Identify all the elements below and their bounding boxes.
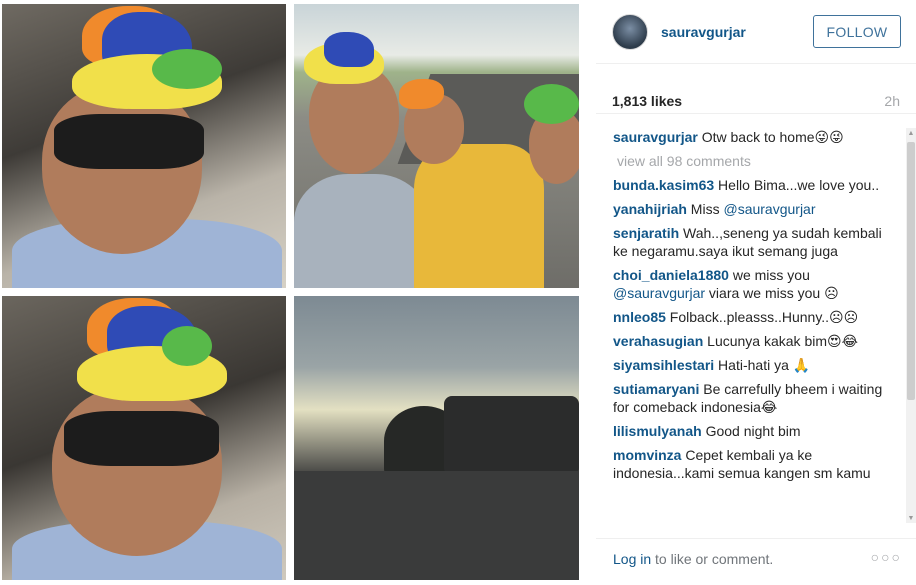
avatar[interactable] <box>612 14 648 50</box>
likes-row: 1,813 likes 2h <box>596 84 916 114</box>
comment-item: verahasugian Lucunya kakak bim😍😂 <box>613 332 894 350</box>
comment-username[interactable]: sauravgurjar <box>613 129 698 145</box>
comment-username[interactable]: nnleo85 <box>613 309 666 325</box>
post-username[interactable]: sauravgurjar <box>661 24 746 40</box>
comments-scrollbar[interactable]: ▲ ▼ <box>906 128 916 523</box>
comment-text: Otw back to home😜😜 <box>697 129 844 145</box>
comment-text: Folback..pleasss..Hunny..☹☹ <box>665 309 859 325</box>
comment-text: Hati-hati ya 🙏 <box>714 357 811 373</box>
comment-text: we miss you <box>728 267 810 283</box>
post-header: sauravgurjar FOLLOW <box>596 0 916 64</box>
view-all-comments-link[interactable]: view all 98 comments <box>617 152 894 170</box>
scroll-up-arrow-icon[interactable]: ▲ <box>906 128 916 138</box>
comment-item: lilismulyanah Good night bim <box>613 422 894 440</box>
comment-item: yanahijriah Miss @sauravgurjar <box>613 200 894 218</box>
comment-item: siyamsihlestari Hati-hati ya 🙏 <box>613 356 894 374</box>
post-time[interactable]: 2h <box>884 93 900 109</box>
photo-group-roadside <box>294 4 579 288</box>
comment-item: sutiamaryani Be carrefully bheem i waiti… <box>613 380 894 416</box>
mention-link[interactable]: @sauravgurjar <box>613 285 705 301</box>
comment-username[interactable]: choi_daniela1880 <box>613 267 729 283</box>
more-options-icon[interactable]: ○○○ <box>871 549 902 565</box>
comment-text: Hello Bima...we love you.. <box>714 177 880 193</box>
comment-item: bunda.kasim63 Hello Bima...we love you.. <box>613 176 894 194</box>
comment-text: Lucunya kakak bim😍😂 <box>703 333 858 349</box>
comment-text: Miss <box>686 201 724 217</box>
comment-username[interactable]: sutiamaryani <box>613 381 699 397</box>
scrollbar-thumb[interactable] <box>907 142 915 400</box>
post-image <box>0 0 581 585</box>
login-prompt: Log in to like or comment. <box>613 551 773 567</box>
comment-username[interactable]: verahasugian <box>613 333 703 349</box>
photo-selfie-car-2 <box>2 296 286 580</box>
scroll-down-arrow-icon[interactable]: ▼ <box>906 513 916 523</box>
comment-text: viara we miss you ☹ <box>705 285 839 301</box>
comment-list: sauravgurjar Otw back to home😜😜 view all… <box>596 128 906 523</box>
login-link[interactable]: Log in <box>613 551 651 567</box>
login-prompt-text: to like or comment. <box>651 551 774 567</box>
comment-item: choi_daniela1880 we miss you @sauravgurj… <box>613 266 894 302</box>
likes-count[interactable]: 1,813 likes <box>612 93 682 109</box>
comment-username[interactable]: lilismulyanah <box>613 423 702 439</box>
mention-link[interactable]: @sauravgurjar <box>723 201 815 217</box>
comment-text: Good night bim <box>701 423 801 439</box>
comment-item: momvinza Cepet kembali ya ke indonesia..… <box>613 446 894 482</box>
photo-selfie-car-1 <box>2 4 286 288</box>
comment-username[interactable]: bunda.kasim63 <box>613 177 714 193</box>
comment-item: senjaratih Wah..,seneng ya sudah kembali… <box>613 224 894 260</box>
post-footer: Log in to like or comment. ○○○ <box>596 538 916 585</box>
comment-username[interactable]: siyamsihlestari <box>613 357 714 373</box>
comment-username[interactable]: yanahijriah <box>613 201 687 217</box>
comment-username[interactable]: momvinza <box>613 447 681 463</box>
caption: sauravgurjar Otw back to home😜😜 <box>613 128 894 146</box>
follow-button[interactable]: FOLLOW <box>813 15 901 48</box>
photo-sunset-road <box>294 296 579 580</box>
comment-item: nnleo85 Folback..pleasss..Hunny..☹☹ <box>613 308 894 326</box>
comment-username[interactable]: senjaratih <box>613 225 679 241</box>
